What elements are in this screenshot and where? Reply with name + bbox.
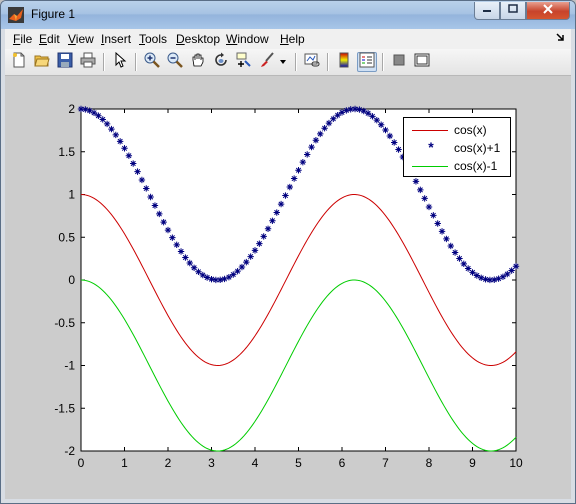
legend-entry-cos: cos(x) — [404, 121, 512, 139]
star-data-point — [299, 158, 307, 166]
x-tick-label: 7 — [382, 456, 389, 470]
star-data-point — [147, 193, 154, 201]
star-data-point — [277, 200, 285, 208]
y-tick-label: 1 — [68, 188, 75, 202]
star-marker-icon: * — [428, 139, 434, 155]
x-tick-label: 10 — [509, 456, 523, 470]
star-data-point — [343, 107, 350, 114]
star-data-point — [164, 226, 172, 234]
legend[interactable]: cos(x) * cos(x)+1 cos(x)-1 — [403, 117, 511, 177]
x-tick-label: 5 — [295, 456, 302, 470]
series-line-cos(x)-1 — [80, 279, 517, 452]
star-data-point — [434, 220, 441, 227]
x-tick-label: 6 — [339, 456, 346, 470]
star-data-point — [421, 195, 428, 202]
star-data-point — [330, 115, 337, 122]
x-tick-label: 9 — [469, 456, 476, 470]
y-tick-label: 0.5 — [58, 230, 75, 244]
y-tick-label: -1.5 — [54, 401, 75, 415]
star-data-point — [138, 176, 146, 184]
legend-label: cos(x) — [454, 123, 487, 137]
star-data-point — [456, 255, 463, 262]
star-data-point — [103, 120, 111, 128]
star-data-point — [460, 260, 467, 268]
star-data-point — [295, 167, 302, 174]
star-data-point — [290, 175, 298, 182]
star-data-point — [243, 258, 250, 266]
legend-entry-cos-minus-one: cos(x)-1 — [404, 157, 512, 175]
star-data-point — [451, 249, 459, 256]
star-data-point — [264, 225, 272, 232]
star-data-point — [116, 138, 124, 145]
legend-label: cos(x)-1 — [454, 159, 498, 173]
star-data-point — [364, 110, 372, 117]
x-tick-label: 2 — [165, 456, 172, 470]
star-data-point — [386, 132, 394, 140]
y-tick-label: -2 — [64, 444, 75, 458]
star-data-point — [438, 228, 446, 235]
star-data-point — [130, 160, 137, 167]
x-tick-label: 1 — [121, 456, 128, 470]
star-data-point — [430, 212, 437, 219]
star-data-point — [151, 202, 159, 209]
star-data-point — [134, 168, 141, 175]
star-data-point — [182, 254, 189, 261]
star-data-point — [256, 240, 263, 247]
star-data-point — [412, 178, 420, 185]
legend-label: cos(x)+1 — [454, 141, 501, 155]
star-data-point — [82, 106, 89, 113]
star-data-point — [321, 124, 328, 132]
y-tick-label: 2 — [68, 102, 75, 116]
star-data-point — [251, 247, 259, 254]
star-data-point — [160, 218, 167, 226]
x-tick-label: 0 — [78, 456, 85, 470]
star-data-point — [156, 210, 163, 218]
star-data-point — [308, 143, 315, 151]
star-data-point — [417, 186, 424, 194]
plot-axes: 0 1 2 3 4 5 6 7 8 9 10 2 1.5 1 0.5 0 -0.5 -1 -1.5 -2 — [54, 102, 523, 470]
star-data-point — [143, 185, 150, 192]
y-tick-label: 0 — [68, 273, 75, 287]
star-data-point — [391, 139, 398, 146]
star-data-point — [334, 112, 341, 119]
series-line-cos(x) — [80, 194, 517, 367]
star-data-point — [504, 270, 511, 278]
star-data-point — [382, 126, 389, 134]
star-data-point — [121, 145, 128, 152]
y-tick-label: -0.5 — [54, 316, 75, 330]
star-data-point — [247, 253, 254, 260]
x-tick-label: 4 — [252, 456, 259, 470]
y-tick-label: 1.5 — [58, 145, 75, 159]
figure-window: Figure 1 File Edit View Insert Tools Des… — [0, 0, 576, 504]
star-data-point — [443, 235, 450, 243]
x-tick-label: 3 — [208, 456, 215, 470]
star-data-point — [317, 130, 324, 138]
star-data-point — [512, 263, 520, 270]
star-data-point — [90, 109, 98, 117]
star-data-point — [282, 192, 289, 199]
star-data-point — [173, 241, 180, 249]
legend-line-swatch — [412, 166, 448, 167]
star-data-point — [395, 146, 402, 153]
legend-entry-cos-plus-one: * cos(x)+1 — [404, 139, 512, 157]
star-data-point — [312, 137, 320, 144]
legend-line-swatch — [412, 130, 448, 131]
star-data-point — [377, 121, 385, 128]
x-tick-label: 8 — [426, 456, 433, 470]
star-data-point — [169, 234, 176, 241]
star-data-point — [125, 152, 133, 159]
star-data-point — [425, 203, 433, 211]
star-data-point — [112, 131, 119, 139]
star-data-point — [304, 151, 311, 158]
star-data-point — [286, 183, 293, 191]
star-data-point — [260, 233, 267, 240]
star-data-point — [108, 125, 115, 133]
star-data-point — [186, 259, 193, 267]
star-data-point — [177, 248, 185, 255]
star-data-point — [447, 242, 454, 250]
y-tick-label: -1 — [64, 359, 75, 373]
star-data-point — [269, 217, 276, 224]
star-data-point — [273, 209, 280, 216]
